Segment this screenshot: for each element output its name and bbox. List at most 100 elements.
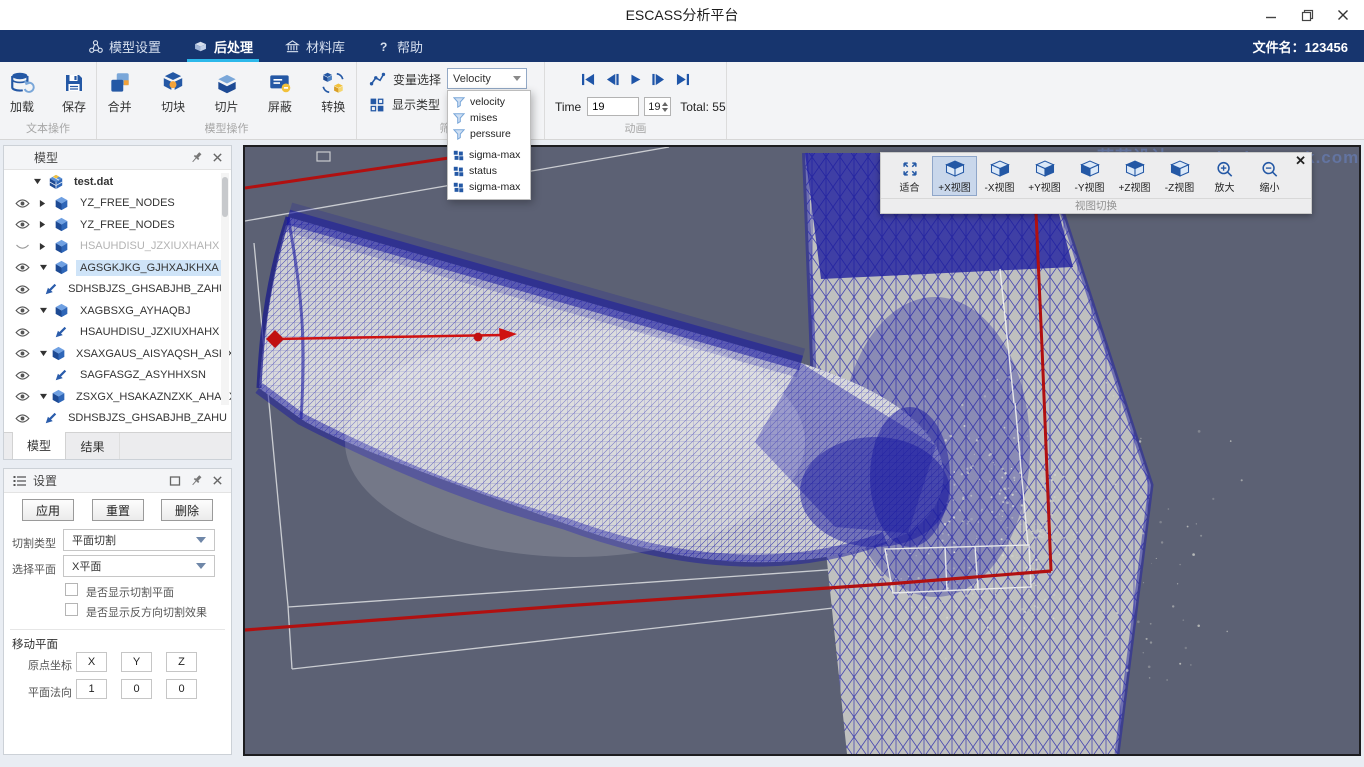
view-button-+X视图[interactable]: +X视图 bbox=[932, 156, 977, 196]
normal-y-field[interactable] bbox=[121, 679, 152, 699]
delete-button[interactable]: 删除 bbox=[161, 499, 213, 521]
dropdown-option-velocity[interactable]: velocity bbox=[448, 94, 530, 110]
view-button-+Y视图[interactable]: +Y视图 bbox=[1022, 156, 1067, 196]
maximize-panel-icon[interactable] bbox=[169, 475, 181, 487]
tab-results[interactable]: 结果 bbox=[66, 433, 120, 459]
tree-row[interactable]: SAGFASGZ_ASYHHXSN bbox=[4, 365, 231, 387]
view-button-放大[interactable]: 放大 bbox=[1202, 156, 1247, 196]
step-back-button[interactable] bbox=[605, 73, 620, 86]
time-input[interactable] bbox=[587, 97, 639, 116]
eye-open-icon[interactable] bbox=[15, 284, 30, 295]
view-button-适合[interactable]: 适合 bbox=[887, 156, 932, 196]
close-view-toolbar-button[interactable]: ✕ bbox=[1295, 153, 1306, 169]
convert-button[interactable]: 转换 bbox=[311, 69, 356, 115]
mask-button[interactable]: 屏蔽 bbox=[257, 69, 302, 115]
variable-select-button[interactable]: 变量选择 bbox=[369, 67, 441, 92]
variable-dropdown[interactable]: Velocity bbox=[447, 68, 527, 89]
eye-open-icon[interactable] bbox=[15, 391, 30, 402]
molecule-icon bbox=[88, 39, 103, 54]
chevron-right-icon[interactable] bbox=[39, 220, 51, 229]
normal-x-field[interactable] bbox=[76, 679, 107, 699]
menu-item-1[interactable]: 后处理 bbox=[177, 30, 269, 62]
eye-open-icon[interactable] bbox=[15, 348, 30, 359]
skip-to-start-button[interactable] bbox=[581, 73, 596, 86]
close-window-button[interactable] bbox=[1334, 6, 1352, 24]
normal-z-field[interactable] bbox=[166, 679, 197, 699]
minimize-button[interactable] bbox=[1262, 6, 1280, 24]
plane-select-dropdown[interactable]: X平面 bbox=[63, 555, 215, 577]
pin-icon[interactable] bbox=[190, 474, 203, 487]
load-button[interactable]: 加载 bbox=[0, 69, 44, 115]
cut-block-button[interactable]: 切块 bbox=[150, 69, 195, 115]
reset-button[interactable]: 重置 bbox=[92, 499, 144, 521]
eye-closed-icon[interactable] bbox=[15, 241, 30, 252]
eye-open-icon[interactable] bbox=[15, 370, 30, 381]
merge-button[interactable]: 合并 bbox=[97, 69, 142, 115]
tab-model[interactable]: 模型 bbox=[12, 432, 66, 459]
cube-root-icon bbox=[48, 174, 64, 190]
variable-dropdown-list: velocitymisesperssure sigma-maxstatussigm… bbox=[447, 90, 531, 200]
frame-stepper[interactable]: 19 bbox=[644, 97, 671, 116]
chevron-down-icon[interactable] bbox=[39, 350, 48, 357]
tree-root-row[interactable]: test.dat bbox=[4, 171, 231, 193]
reverse-cut-checkbox[interactable] bbox=[65, 603, 78, 616]
chevron-down-icon[interactable] bbox=[39, 393, 48, 400]
model-panel-title: 模型 bbox=[34, 149, 58, 166]
step-forward-button[interactable] bbox=[651, 73, 666, 86]
show-cut-plane-checkbox[interactable] bbox=[65, 583, 78, 596]
close-panel-icon[interactable] bbox=[212, 152, 223, 163]
chevron-right-icon[interactable] bbox=[39, 242, 51, 251]
origin-x-field[interactable] bbox=[76, 652, 107, 672]
dropdown-option-status[interactable]: status bbox=[448, 163, 530, 179]
view-button-缩小[interactable]: 缩小 bbox=[1247, 156, 1292, 196]
menu-item-3[interactable]: ?帮助 bbox=[361, 30, 439, 62]
eye-open-icon[interactable] bbox=[15, 262, 30, 273]
restore-button[interactable] bbox=[1298, 6, 1316, 24]
viewport-3d[interactable]: 蓝蓝设计www.lanlanwork.com 适合+X视图-X视图+Y视图-Y视… bbox=[243, 145, 1361, 756]
slice-button[interactable]: 切片 bbox=[204, 69, 249, 115]
dropdown-option-mises[interactable]: mises bbox=[448, 110, 530, 126]
tree-row[interactable]: XSAXGAUS_AISYAQSH_ASHX bbox=[4, 343, 231, 365]
chevron-right-icon[interactable] bbox=[39, 199, 51, 208]
tree-row[interactable]: HSAUHDISU_JZXIUXHAHX bbox=[4, 236, 231, 258]
display-type-button[interactable]: 显示类型 bbox=[369, 92, 441, 117]
tree-row[interactable]: SDHSBJZS_GHSABJHB_ZAHU bbox=[4, 279, 231, 301]
tree-row[interactable]: HSAUHDISU_JZXIUXHAHX bbox=[4, 322, 231, 344]
view-button-+Z视图[interactable]: +Z视图 bbox=[1112, 156, 1157, 196]
cut-type-dropdown[interactable]: 平面切割 bbox=[63, 529, 215, 551]
time-controls: Time 19 Total: 55 bbox=[555, 97, 726, 116]
chevron-down-icon[interactable] bbox=[33, 178, 45, 185]
view-button--X视图[interactable]: -X视图 bbox=[977, 156, 1022, 196]
view-button--Z视图[interactable]: -Z视图 bbox=[1157, 156, 1202, 196]
eye-open-icon[interactable] bbox=[15, 327, 30, 338]
skip-to-end-button[interactable] bbox=[675, 73, 690, 86]
dropdown-option-sigma-max[interactable]: sigma-max bbox=[448, 147, 530, 163]
chevron-down-icon[interactable] bbox=[39, 264, 51, 271]
dropdown-option-perssure[interactable]: perssure bbox=[448, 126, 530, 142]
menu-item-0[interactable]: 模型设置 bbox=[72, 30, 177, 62]
eye-open-icon[interactable] bbox=[15, 198, 30, 209]
tree-row[interactable]: YZ_FREE_NODES bbox=[4, 214, 231, 236]
chevron-down-icon[interactable] bbox=[39, 307, 51, 314]
apply-button[interactable]: 应用 bbox=[22, 499, 74, 521]
eye-open-icon[interactable] bbox=[15, 413, 30, 424]
play-button[interactable] bbox=[629, 73, 642, 86]
eye-open-icon[interactable] bbox=[15, 305, 30, 316]
stepper-arrows-icon[interactable] bbox=[661, 102, 670, 112]
tree-row[interactable]: YZ_FREE_NODES bbox=[4, 193, 231, 215]
dropdown-option-sigma-max[interactable]: sigma-max bbox=[448, 179, 530, 195]
origin-z-field[interactable] bbox=[166, 652, 197, 672]
tree-row[interactable]: ZSXGX_HSAKAZNZXK_AHASX bbox=[4, 386, 231, 408]
pin-icon[interactable] bbox=[190, 151, 203, 164]
save-button[interactable]: 保存 bbox=[52, 69, 96, 115]
scrollbar-thumb[interactable] bbox=[222, 177, 228, 217]
origin-y-field[interactable] bbox=[121, 652, 152, 672]
view-button--Y视图[interactable]: -Y视图 bbox=[1067, 156, 1112, 196]
tree-scrollbar[interactable] bbox=[221, 173, 229, 405]
menu-item-2[interactable]: 材料库 bbox=[269, 30, 361, 62]
tree-row[interactable]: AGSGKJKG_GJHXAJKHXA bbox=[4, 257, 231, 279]
tree-row[interactable]: XAGBSXG_AYHAQBJ bbox=[4, 300, 231, 322]
close-panel-icon[interactable] bbox=[212, 475, 223, 486]
eye-open-icon[interactable] bbox=[15, 219, 30, 230]
tree-row[interactable]: SDHSBJZS_GHSABJHB_ZAHU bbox=[4, 408, 231, 430]
